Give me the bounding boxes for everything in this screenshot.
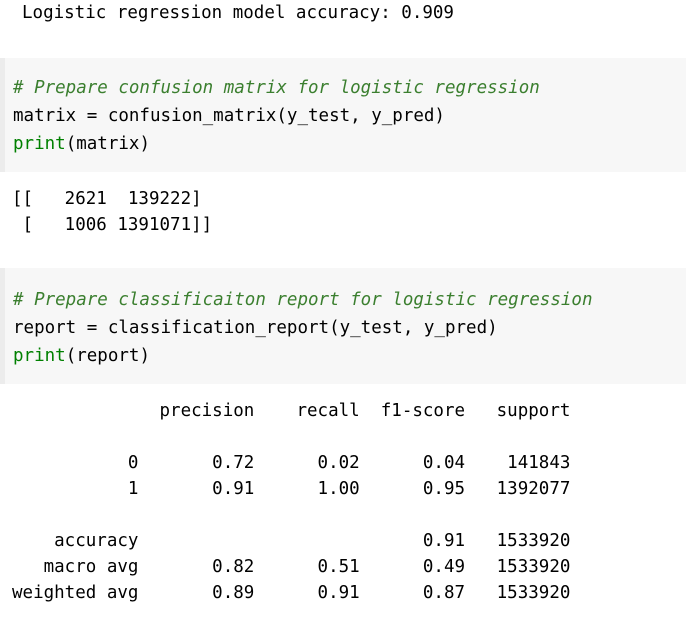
cell-code-line: report = classification_report(y_test, y… (13, 318, 498, 338)
print-keyword: print (13, 134, 66, 154)
report-row: weighted avg 0.89 0.91 0.87 1533920 (12, 583, 571, 603)
output-classification-report: precision recall f1-score support 0 0.72… (0, 386, 686, 626)
code-cell-confusion-matrix[interactable]: # Prepare confusion matrix for logistic … (0, 58, 686, 172)
cell-code-line: print(report) (13, 342, 150, 370)
print-args: (report) (65, 346, 150, 366)
output-accuracy: Logistic regression model accuracy: 0.90… (0, 0, 686, 56)
matrix-line: [ 1006 1391071]] (12, 215, 213, 235)
cell-comment: # Prepare classificaiton report for logi… (13, 290, 593, 310)
report-row: 0 0.72 0.02 0.04 141843 (12, 453, 571, 473)
report-row: 1 0.91 1.00 0.95 1392077 (12, 479, 571, 499)
report-row: accuracy 0.91 1533920 (12, 531, 571, 551)
output-confusion-matrix: [[ 2621 139222] [ 1006 1391071]] (0, 172, 686, 266)
cell-code-line: matrix = confusion_matrix(y_test, y_pred… (13, 106, 445, 126)
print-keyword: print (13, 346, 66, 366)
cell-comment: # Prepare confusion matrix for logistic … (13, 78, 540, 98)
print-args: (matrix) (65, 134, 150, 154)
accuracy-text: Logistic regression model accuracy: 0.90… (22, 3, 454, 23)
cell-code-line: print(matrix) (13, 130, 150, 158)
matrix-line: [[ 2621 139222] (12, 189, 202, 209)
report-row: macro avg 0.82 0.51 0.49 1533920 (12, 557, 571, 577)
code-cell-classification-report[interactable]: # Prepare classificaiton report for logi… (0, 268, 686, 384)
report-header: precision recall f1-score support (12, 401, 571, 421)
